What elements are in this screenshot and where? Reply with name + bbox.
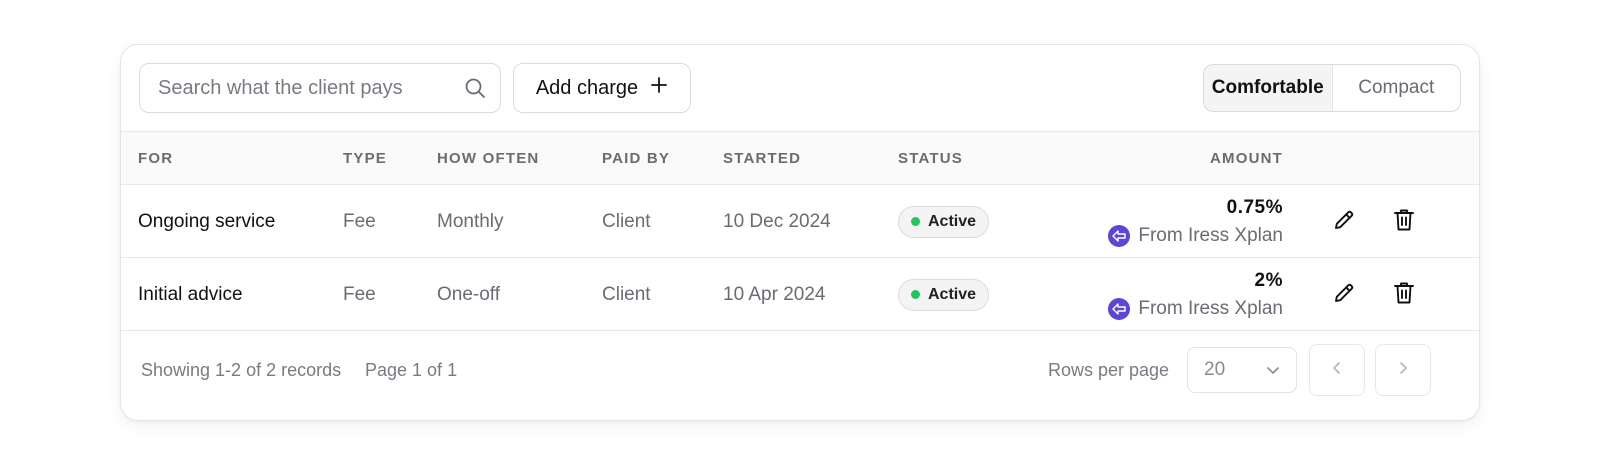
cell-for: Initial advice xyxy=(138,283,243,305)
iress-xplan-logo-icon xyxy=(1108,297,1131,320)
density-option-compact[interactable]: Compact xyxy=(1333,65,1461,111)
toolbar: Add charge Comfortable Compact xyxy=(121,45,1479,132)
table-footer: Showing 1-2 of 2 records Page 1 of 1 Row… xyxy=(121,328,1479,420)
cell-paid-by: Client xyxy=(602,283,651,305)
amount-source-label: From Iress Xplan xyxy=(1138,297,1283,319)
search-icon[interactable] xyxy=(464,77,486,99)
rows-per-page-value: 20 xyxy=(1204,359,1226,380)
cell-how-often: Monthly xyxy=(437,210,504,232)
edit-button[interactable] xyxy=(1329,207,1359,237)
cell-amount: 0.75% From Iress Xplan xyxy=(1108,185,1283,258)
trash-icon xyxy=(1393,281,1415,310)
cell-amount: 2% From Iress Xplan xyxy=(1108,258,1283,331)
amount-source-label: From Iress Xplan xyxy=(1138,224,1283,246)
edit-button[interactable] xyxy=(1329,280,1359,310)
cell-status: Active xyxy=(898,258,990,331)
status-badge: Active xyxy=(898,278,990,311)
status-dot xyxy=(911,217,920,226)
status-dot xyxy=(911,290,920,299)
cell-started: 10 Dec 2024 xyxy=(723,210,831,232)
table-row[interactable]: Ongoing service Fee Monthly Client 10 De… xyxy=(121,185,1479,258)
amount-value: 2% xyxy=(1254,269,1283,291)
iress-xplan-logo-icon xyxy=(1108,224,1131,247)
cell-started: 10 Apr 2024 xyxy=(723,283,826,305)
chevron-left-icon xyxy=(1332,360,1342,381)
next-page-button[interactable] xyxy=(1375,344,1431,396)
status-badge: Active xyxy=(898,205,990,238)
table-header: FOR TYPE HOW OFTEN PAID BY STARTED STATU… xyxy=(121,131,1479,185)
column-header-for[interactable]: FOR xyxy=(138,132,173,186)
cell-for: Ongoing service xyxy=(138,210,276,232)
column-header-status[interactable]: STATUS xyxy=(898,132,963,186)
previous-page-button[interactable] xyxy=(1309,344,1365,396)
add-charge-label: Add charge xyxy=(535,76,639,99)
cell-type: Fee xyxy=(343,210,376,232)
density-option-comfortable[interactable]: Comfortable xyxy=(1204,65,1333,111)
amount-value: 0.75% xyxy=(1226,196,1283,218)
pencil-icon xyxy=(1332,208,1356,237)
search-input[interactable] xyxy=(158,76,448,100)
cell-type: Fee xyxy=(343,283,376,305)
cell-paid-by: Client xyxy=(602,210,651,232)
column-header-amount[interactable]: AMOUNT xyxy=(1210,132,1283,186)
rows-per-page-select[interactable]: 20 xyxy=(1187,347,1297,393)
table-row[interactable]: Initial advice Fee One-off Client 10 Apr… xyxy=(121,258,1479,331)
add-charge-button[interactable]: Add charge xyxy=(513,63,691,113)
chevron-down-icon xyxy=(1266,359,1280,381)
delete-button[interactable] xyxy=(1389,207,1419,237)
delete-button[interactable] xyxy=(1389,280,1419,310)
amount-source: From Iress Xplan xyxy=(1108,297,1283,320)
column-header-started[interactable]: STARTED xyxy=(723,132,801,186)
search-box[interactable] xyxy=(139,63,501,113)
amount-source: From Iress Xplan xyxy=(1108,224,1283,247)
status-label: Active xyxy=(928,285,977,303)
records-summary: Showing 1-2 of 2 records xyxy=(141,360,342,380)
chevron-right-icon xyxy=(1398,360,1408,381)
rows-per-page-label: Rows per page xyxy=(1048,360,1170,380)
pencil-icon xyxy=(1332,281,1356,310)
charges-card: Add charge Comfortable Compact FOR TYPE … xyxy=(120,44,1480,421)
cell-how-often: One-off xyxy=(437,283,501,305)
page-indicator: Page 1 of 1 xyxy=(365,360,458,380)
status-label: Active xyxy=(928,212,977,230)
trash-icon xyxy=(1393,208,1415,237)
plus-icon xyxy=(650,76,668,100)
column-header-how-often[interactable]: HOW OFTEN xyxy=(437,132,539,186)
column-header-type[interactable]: TYPE xyxy=(343,132,387,186)
density-toggle: Comfortable Compact xyxy=(1203,64,1461,112)
cell-status: Active xyxy=(898,185,990,258)
column-header-paid-by[interactable]: PAID BY xyxy=(602,132,670,186)
